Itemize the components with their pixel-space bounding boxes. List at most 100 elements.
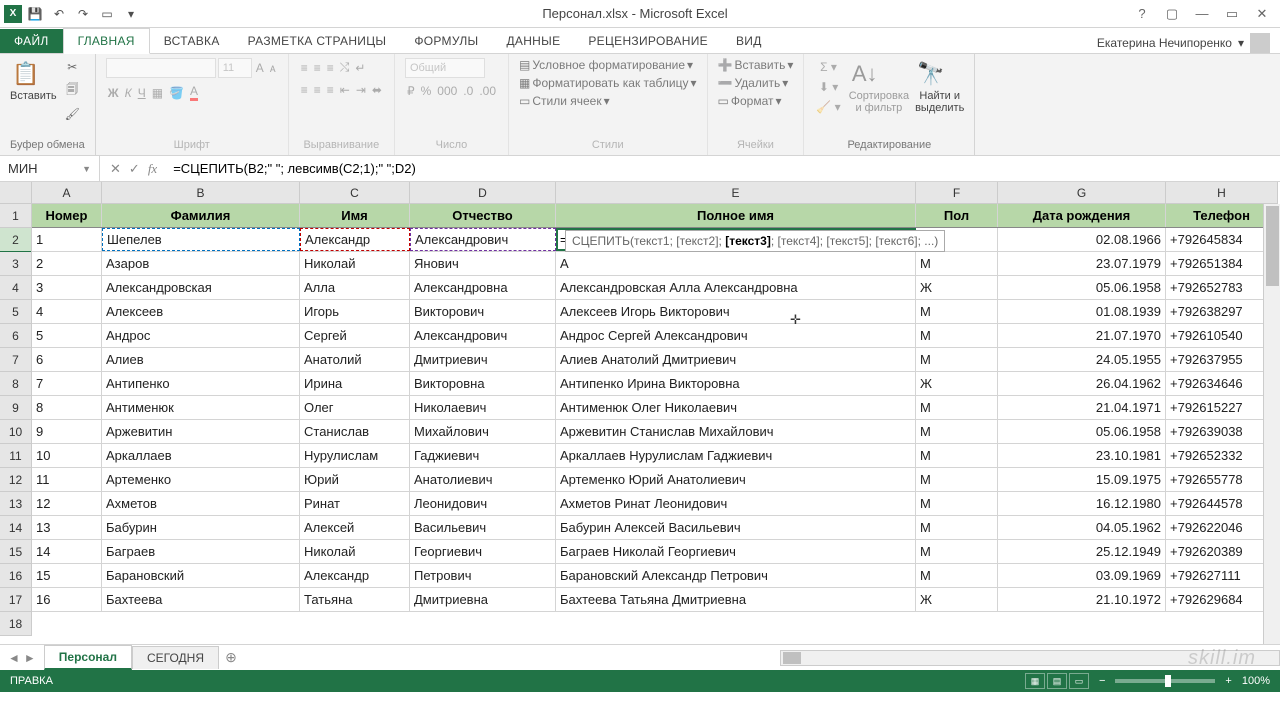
cell[interactable]: М (916, 444, 998, 467)
view-page-break-icon[interactable]: ▭ (1069, 673, 1089, 689)
cell[interactable]: Аржевитин (102, 420, 300, 443)
border-icon[interactable]: ▦ (150, 84, 165, 102)
cell[interactable]: 16 (32, 588, 102, 611)
cell[interactable]: Аркаллаев (102, 444, 300, 467)
cell[interactable]: Алексеев Игорь Викторович (556, 300, 916, 323)
cell[interactable]: Барановский Александр Петрович (556, 564, 916, 587)
cell[interactable]: Азаров (102, 252, 300, 275)
cell[interactable]: Гаджиевич (410, 444, 556, 467)
increase-font-icon[interactable]: A (254, 59, 266, 77)
cell[interactable]: Ринат (300, 492, 410, 515)
cell[interactable]: +792637955 (1166, 348, 1278, 371)
cell[interactable]: 01.08.1939 (998, 300, 1166, 323)
cell[interactable]: Бабурин (102, 516, 300, 539)
cell[interactable]: Андрос Сергей Александрович (556, 324, 916, 347)
cell[interactable]: Александрович (410, 228, 556, 251)
cell[interactable]: Ж (916, 276, 998, 299)
col-header-H[interactable]: H (1166, 182, 1278, 204)
align-bottom-icon[interactable]: ≡ (325, 59, 336, 77)
column-headers[interactable]: ABCDEFGH (32, 182, 1278, 204)
row-header[interactable]: 13 (0, 492, 31, 516)
cell[interactable]: Татьяна (300, 588, 410, 611)
font-size-input[interactable] (218, 58, 252, 78)
insert-cells-button[interactable]: ➕ Вставить ▾ (718, 58, 794, 72)
cell[interactable]: Алексей (300, 516, 410, 539)
cell[interactable]: 23.07.1979 (998, 252, 1166, 275)
italic-icon[interactable]: К (123, 84, 134, 102)
row-header[interactable]: 17 (0, 588, 31, 612)
cell[interactable]: Баграев Николай Георгиевич (556, 540, 916, 563)
cell[interactable]: 26.04.1962 (998, 372, 1166, 395)
ribbon-options-icon[interactable]: ▢ (1158, 3, 1186, 25)
cell[interactable]: +792622046 (1166, 516, 1278, 539)
cell[interactable]: 12 (32, 492, 102, 515)
cell[interactable]: 14 (32, 540, 102, 563)
cell[interactable]: Леонидович (410, 492, 556, 515)
cell[interactable]: 24.05.1955 (998, 348, 1166, 371)
view-page-layout-icon[interactable]: ▤ (1047, 673, 1067, 689)
cell[interactable]: Сергей (300, 324, 410, 347)
row-header[interactable]: 9 (0, 396, 31, 420)
row-header[interactable]: 18 (0, 612, 31, 636)
increase-indent-icon[interactable]: ⇥ (354, 81, 368, 99)
conditional-formatting-button[interactable]: ▤ Условное форматирование ▾ (519, 58, 693, 72)
row-header[interactable]: 6 (0, 324, 31, 348)
tab-layout[interactable]: РАЗМЕТКА СТРАНИЦЫ (234, 29, 401, 53)
cell[interactable]: М (916, 300, 998, 323)
wrap-text-icon[interactable]: ↵ (353, 59, 367, 77)
clear-icon[interactable]: 🧹 ▾ (814, 98, 842, 116)
col-header-A[interactable]: A (32, 182, 102, 204)
cell[interactable]: 15.09.1975 (998, 468, 1166, 491)
cell[interactable]: Николай (300, 540, 410, 563)
user-account[interactable]: Екатерина Нечипоренко ▾ (1097, 33, 1280, 53)
cell[interactable]: 2 (32, 252, 102, 275)
header-cell[interactable]: Дата рождения (998, 204, 1166, 227)
cell[interactable]: Бабурин Алексей Васильевич (556, 516, 916, 539)
autosum-icon[interactable]: Σ ▾ (814, 58, 842, 76)
format-as-table-button[interactable]: ▦ Форматировать как таблицу ▾ (519, 76, 697, 90)
cell[interactable]: Дмитриевна (410, 588, 556, 611)
save-icon[interactable]: 💾 (24, 3, 46, 25)
header-cell[interactable]: Пол (916, 204, 998, 227)
align-right-icon[interactable]: ≡ (325, 81, 336, 99)
tab-file[interactable]: ФАЙЛ (0, 29, 63, 53)
row-header[interactable]: 16 (0, 564, 31, 588)
cell[interactable]: Янович (410, 252, 556, 275)
col-header-B[interactable]: B (102, 182, 300, 204)
cell[interactable]: Олег (300, 396, 410, 419)
cell[interactable]: +792615227 (1166, 396, 1278, 419)
row-header[interactable]: 11 (0, 444, 31, 468)
formula-bar[interactable]: =СЦЕПИТЬ(B2;" "; левсимв(C2;1);" ";D2) (167, 161, 1280, 176)
cell[interactable]: М (916, 396, 998, 419)
decrease-font-icon[interactable]: ᴀ (268, 59, 278, 77)
name-box[interactable]: МИН ▼ (0, 156, 100, 181)
col-header-D[interactable]: D (410, 182, 556, 204)
cell[interactable]: А (556, 252, 916, 275)
cell[interactable]: Станислав (300, 420, 410, 443)
cell[interactable]: Антипенко (102, 372, 300, 395)
cell[interactable]: Артеменко (102, 468, 300, 491)
cell[interactable]: 5 (32, 324, 102, 347)
cell[interactable]: 10 (32, 444, 102, 467)
row-header[interactable]: 2 (0, 228, 31, 252)
cell[interactable]: Аркаллаев Нурулислам Гаджиевич (556, 444, 916, 467)
cell[interactable]: Бахтеева (102, 588, 300, 611)
col-header-C[interactable]: C (300, 182, 410, 204)
cell[interactable]: +792652783 (1166, 276, 1278, 299)
cell[interactable]: Ахметов Ринат Леонидович (556, 492, 916, 515)
row-header[interactable]: 4 (0, 276, 31, 300)
cell[interactable]: 04.05.1962 (998, 516, 1166, 539)
fill-icon[interactable]: ⬇ ▾ (814, 78, 842, 96)
tab-view[interactable]: ВИД (722, 29, 776, 53)
cell[interactable]: 21.07.1970 (998, 324, 1166, 347)
cell[interactable]: Николай (300, 252, 410, 275)
touch-mode-icon[interactable]: ▭ (96, 3, 118, 25)
cell[interactable]: Андрос (102, 324, 300, 347)
cell[interactable]: +792655778 (1166, 468, 1278, 491)
cell[interactable]: Игорь (300, 300, 410, 323)
header-cell[interactable]: Номер (32, 204, 102, 227)
cell[interactable]: +792652332 (1166, 444, 1278, 467)
cell[interactable]: +792610540 (1166, 324, 1278, 347)
cell[interactable]: 9 (32, 420, 102, 443)
cell[interactable]: Александровская Алла Александровна (556, 276, 916, 299)
